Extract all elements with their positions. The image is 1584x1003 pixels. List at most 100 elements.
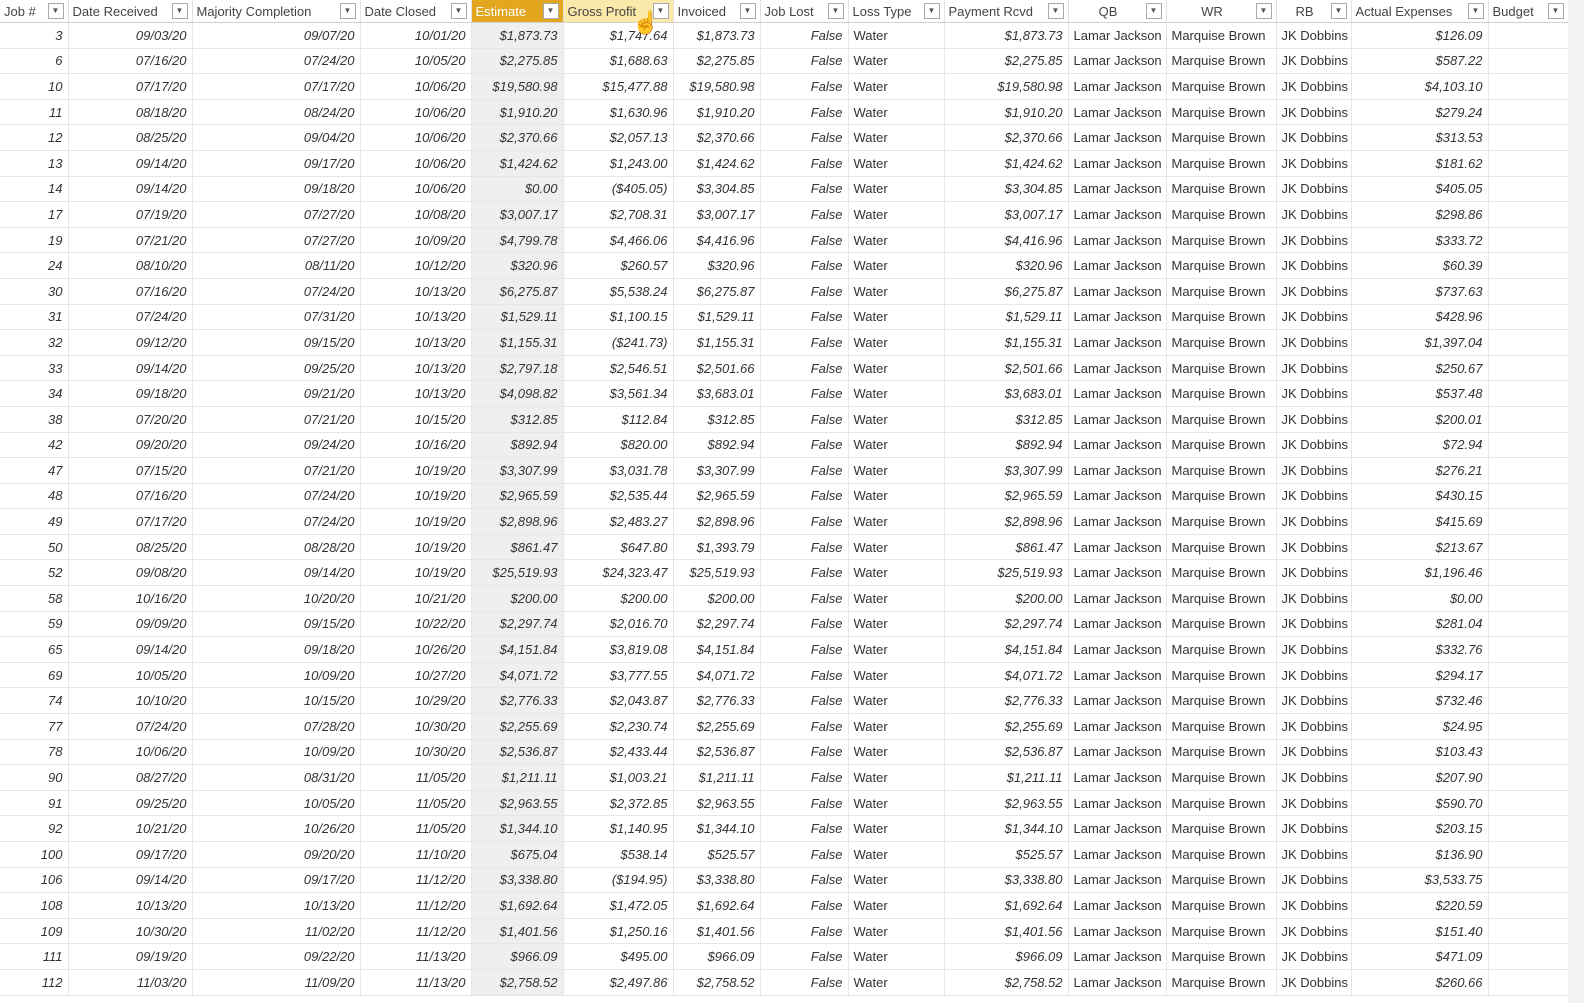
cell-date-received[interactable]: 09/08/20 bbox=[68, 559, 193, 587]
cell-invoiced[interactable]: $2,297.74 bbox=[673, 611, 761, 638]
cell-gross-profit[interactable]: $200.00 bbox=[563, 585, 674, 612]
cell-invoiced[interactable]: $4,151.84 bbox=[673, 636, 761, 663]
cell-estimate[interactable]: $892.94 bbox=[471, 432, 564, 459]
cell-estimate[interactable]: $2,370.66 bbox=[471, 124, 564, 151]
cell-wr[interactable]: Marquise Brown bbox=[1166, 201, 1277, 228]
cell-gross-profit[interactable]: $112.84 bbox=[563, 406, 674, 433]
cell-job-lost[interactable]: False bbox=[760, 278, 849, 305]
cell-loss-type[interactable]: Water bbox=[848, 892, 945, 919]
cell-qb[interactable]: Lamar Jackson bbox=[1068, 892, 1167, 919]
cell-majority-completion[interactable]: 07/27/20 bbox=[192, 227, 361, 254]
cell-budget[interactable] bbox=[1488, 201, 1569, 228]
filter-dropdown-icon[interactable]: ▼ bbox=[1047, 3, 1064, 19]
filter-dropdown-icon[interactable]: ▼ bbox=[171, 3, 188, 19]
cell-actual-expenses[interactable]: $207.90 bbox=[1351, 764, 1489, 791]
cell-qb[interactable]: Lamar Jackson bbox=[1068, 73, 1167, 100]
cell-invoiced[interactable]: $4,416.96 bbox=[673, 227, 761, 254]
cell-rb[interactable]: JK Dobbins bbox=[1276, 943, 1352, 970]
cell-loss-type[interactable]: Water bbox=[848, 636, 945, 663]
cell-rb[interactable]: JK Dobbins bbox=[1276, 559, 1352, 587]
cell-date-received[interactable]: 07/17/20 bbox=[68, 508, 193, 535]
cell-budget[interactable] bbox=[1488, 150, 1569, 177]
cell-job[interactable]: 11 bbox=[0, 99, 69, 126]
cell-gross-profit[interactable]: ($241.73) bbox=[563, 329, 674, 356]
cell-majority-completion[interactable]: 09/22/20 bbox=[192, 943, 361, 970]
cell-date-received[interactable]: 10/30/20 bbox=[68, 918, 193, 945]
cell-gross-profit[interactable]: ($194.95) bbox=[563, 867, 674, 894]
cell-loss-type[interactable]: Water bbox=[848, 99, 945, 126]
cell-wr[interactable]: Marquise Brown bbox=[1166, 713, 1277, 740]
cell-majority-completion[interactable]: 07/24/20 bbox=[192, 48, 361, 75]
cell-job[interactable]: 74 bbox=[0, 687, 69, 715]
cell-qb[interactable]: Lamar Jackson bbox=[1068, 867, 1167, 894]
cell-qb[interactable]: Lamar Jackson bbox=[1068, 150, 1167, 177]
cell-job[interactable]: 112 bbox=[0, 969, 69, 996]
cell-date-closed[interactable]: 10/30/20 bbox=[360, 713, 472, 740]
cell-job[interactable]: 92 bbox=[0, 815, 69, 842]
cell-date-received[interactable]: 08/25/20 bbox=[68, 534, 193, 561]
cell-qb[interactable]: Lamar Jackson bbox=[1068, 304, 1167, 331]
cell-payment-rcvd[interactable]: $1,529.11 bbox=[944, 304, 1069, 331]
cell-estimate[interactable]: $320.96 bbox=[471, 252, 564, 279]
cell-invoiced[interactable]: $2,536.87 bbox=[673, 739, 761, 766]
cell-date-closed[interactable]: 10/09/20 bbox=[360, 227, 472, 254]
cell-date-closed[interactable]: 11/12/20 bbox=[360, 892, 472, 919]
cell-date-received[interactable]: 09/14/20 bbox=[68, 636, 193, 663]
cell-gross-profit[interactable]: $3,777.55 bbox=[563, 662, 674, 689]
cell-qb[interactable]: Lamar Jackson bbox=[1068, 943, 1167, 970]
cell-job[interactable]: 42 bbox=[0, 432, 69, 459]
cell-majority-completion[interactable]: 09/21/20 bbox=[192, 380, 361, 407]
cell-gross-profit[interactable]: $2,433.44 bbox=[563, 739, 674, 766]
cell-loss-type[interactable]: Water bbox=[848, 278, 945, 305]
cell-job-lost[interactable]: False bbox=[760, 483, 849, 510]
cell-gross-profit[interactable]: $3,819.08 bbox=[563, 636, 674, 663]
column-header-wr[interactable]: WR ▼ bbox=[1166, 0, 1277, 23]
cell-job[interactable]: 50 bbox=[0, 534, 69, 561]
cell-majority-completion[interactable]: 09/15/20 bbox=[192, 611, 361, 638]
cell-job[interactable]: 111 bbox=[0, 943, 69, 970]
cell-majority-completion[interactable]: 08/31/20 bbox=[192, 764, 361, 791]
cell-date-received[interactable]: 10/16/20 bbox=[68, 585, 193, 612]
cell-job[interactable]: 33 bbox=[0, 355, 69, 382]
cell-actual-expenses[interactable]: $260.66 bbox=[1351, 969, 1489, 996]
cell-job-lost[interactable]: False bbox=[760, 534, 849, 561]
cell-invoiced[interactable]: $4,071.72 bbox=[673, 662, 761, 689]
cell-qb[interactable]: Lamar Jackson bbox=[1068, 201, 1167, 228]
cell-estimate[interactable]: $2,536.87 bbox=[471, 739, 564, 766]
cell-rb[interactable]: JK Dobbins bbox=[1276, 969, 1352, 996]
cell-job-lost[interactable]: False bbox=[760, 713, 849, 740]
cell-actual-expenses[interactable]: $281.04 bbox=[1351, 611, 1489, 638]
cell-payment-rcvd[interactable]: $4,071.72 bbox=[944, 662, 1069, 689]
column-header-job-lost[interactable]: Job Lost ▼ bbox=[760, 0, 849, 23]
cell-job-lost[interactable]: False bbox=[760, 943, 849, 970]
cell-invoiced[interactable]: $966.09 bbox=[673, 943, 761, 970]
cell-rb[interactable]: JK Dobbins bbox=[1276, 457, 1352, 484]
cell-invoiced[interactable]: $2,501.66 bbox=[673, 355, 761, 382]
cell-date-received[interactable]: 07/15/20 bbox=[68, 457, 193, 484]
cell-invoiced[interactable]: $200.00 bbox=[673, 585, 761, 612]
cell-rb[interactable]: JK Dobbins bbox=[1276, 252, 1352, 279]
cell-gross-profit[interactable]: $2,372.85 bbox=[563, 790, 674, 817]
cell-date-closed[interactable]: 11/12/20 bbox=[360, 867, 472, 894]
cell-budget[interactable] bbox=[1488, 815, 1569, 842]
cell-job-lost[interactable]: False bbox=[760, 176, 849, 203]
cell-job[interactable]: 12 bbox=[0, 124, 69, 151]
cell-wr[interactable]: Marquise Brown bbox=[1166, 867, 1277, 894]
cell-payment-rcvd[interactable]: $19,580.98 bbox=[944, 73, 1069, 100]
cell-loss-type[interactable]: Water bbox=[848, 483, 945, 510]
cell-job[interactable]: 6 bbox=[0, 48, 69, 75]
cell-date-received[interactable]: 07/24/20 bbox=[68, 304, 193, 331]
cell-date-closed[interactable]: 10/08/20 bbox=[360, 201, 472, 228]
cell-date-closed[interactable]: 10/13/20 bbox=[360, 304, 472, 331]
cell-wr[interactable]: Marquise Brown bbox=[1166, 687, 1277, 715]
cell-invoiced[interactable]: $320.96 bbox=[673, 252, 761, 279]
cell-invoiced[interactable]: $892.94 bbox=[673, 432, 761, 459]
cell-budget[interactable] bbox=[1488, 457, 1569, 484]
cell-gross-profit[interactable]: $1,003.21 bbox=[563, 764, 674, 791]
cell-rb[interactable]: JK Dobbins bbox=[1276, 278, 1352, 305]
cell-estimate[interactable]: $6,275.87 bbox=[471, 278, 564, 305]
cell-job[interactable]: 38 bbox=[0, 406, 69, 433]
cell-loss-type[interactable]: Water bbox=[848, 534, 945, 561]
cell-job-lost[interactable]: False bbox=[760, 867, 849, 894]
cell-rb[interactable]: JK Dobbins bbox=[1276, 739, 1352, 766]
